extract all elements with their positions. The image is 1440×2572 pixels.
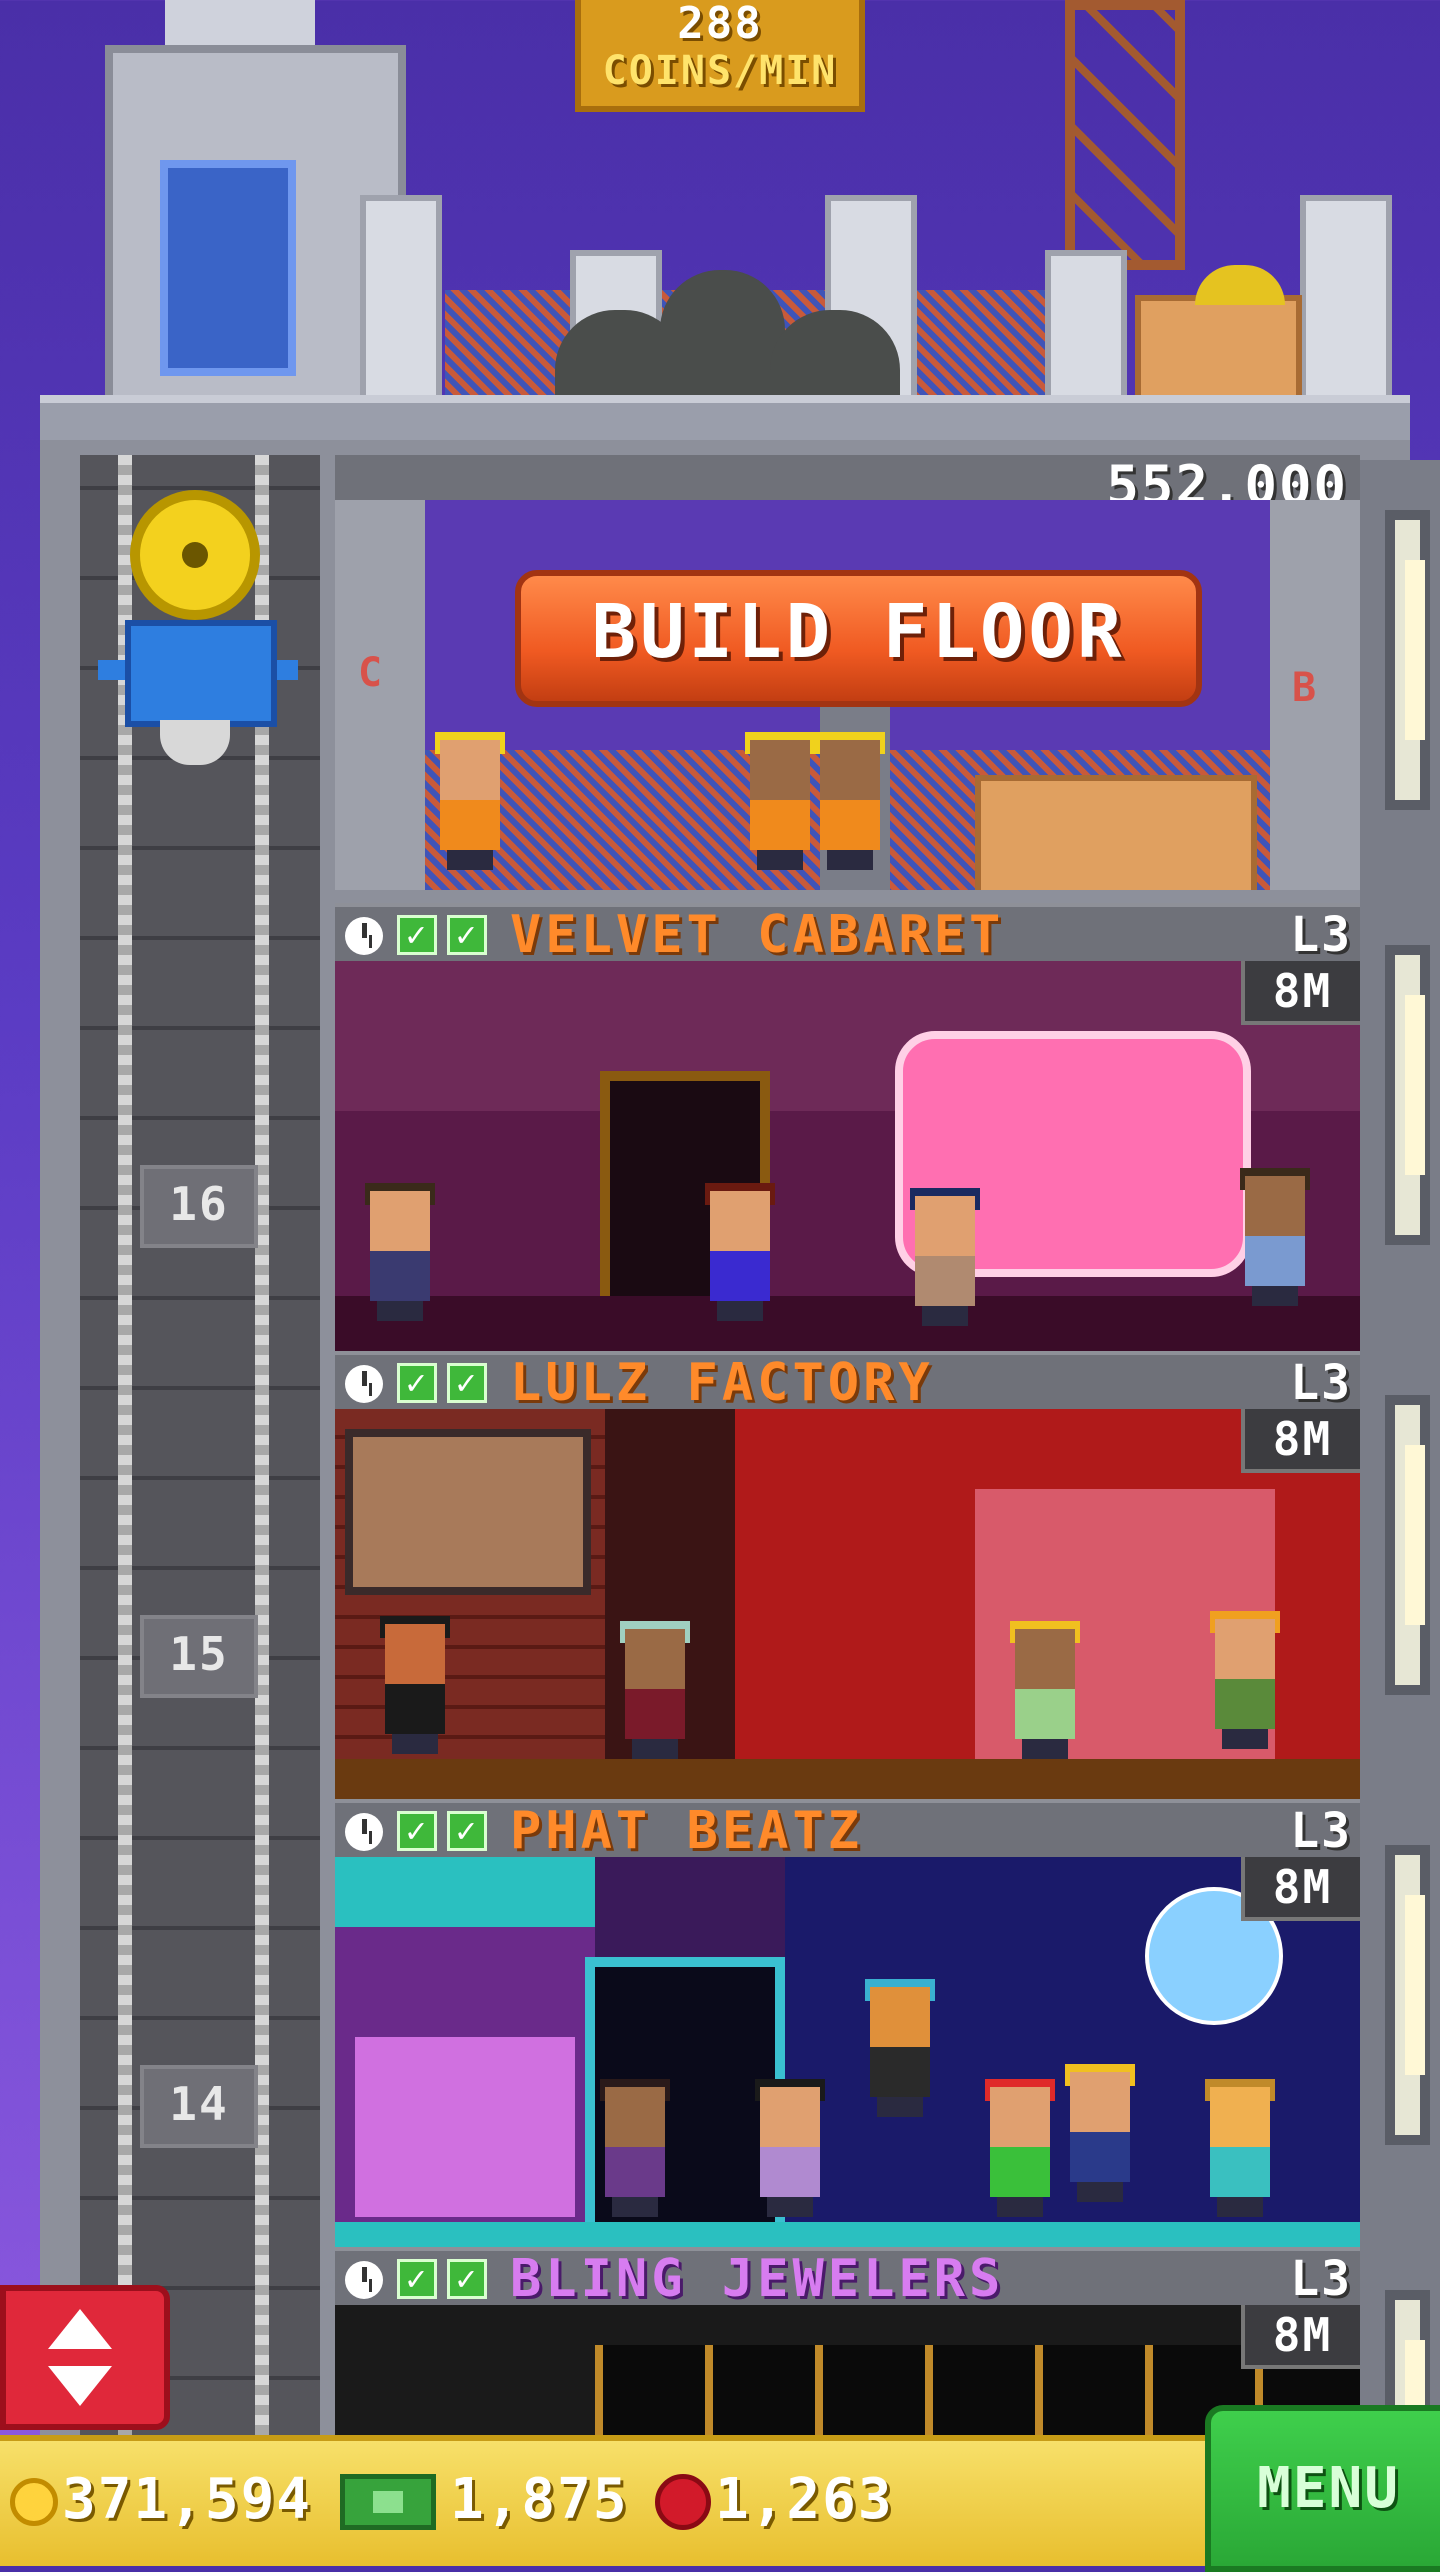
visitor xyxy=(910,1188,980,1326)
floor-level: L3 xyxy=(1290,1355,1352,1411)
construction-worker xyxy=(745,732,815,870)
floor-header-velvet-cabaret[interactable]: ✓ ✓ VELVET CABARET L3 xyxy=(335,903,1360,961)
crane-tower xyxy=(1065,0,1185,270)
floor-number-15: 15 xyxy=(140,1615,258,1698)
visitor xyxy=(365,1183,435,1321)
floor-header-phat-beatz[interactable]: ✓ ✓ PHAT BEATZ L3 xyxy=(335,1799,1360,1857)
roof-pillar xyxy=(360,195,442,407)
roof-crate xyxy=(1135,295,1302,407)
floor-room-phat-beatz[interactable]: 8M xyxy=(335,1857,1360,2247)
clock-icon xyxy=(345,1813,383,1851)
check-icon: ✓ xyxy=(397,915,437,955)
floor-header-lulz-factory[interactable]: ✓ ✓ LULZ FACTORY L3 xyxy=(335,1351,1360,1409)
coins-per-minute-label: COINS/MIN xyxy=(602,48,838,94)
coins-per-minute-value: 288 xyxy=(677,0,763,49)
bar-counter xyxy=(355,2037,575,2217)
visitor xyxy=(1065,2064,1135,2202)
awning xyxy=(335,1857,595,1927)
build-crate xyxy=(975,775,1257,890)
room-floor xyxy=(335,2222,1360,2247)
elevator-car[interactable] xyxy=(125,620,277,727)
gems-count: 1,263 xyxy=(715,2467,894,2532)
roof-pillar xyxy=(1045,250,1127,407)
window xyxy=(1385,510,1430,810)
construction-worker xyxy=(815,732,885,870)
check-icon: ✓ xyxy=(397,1811,437,1851)
elevator-cable xyxy=(118,455,132,2560)
arrow-up-icon xyxy=(48,2309,112,2349)
check-icon: ✓ xyxy=(447,2259,487,2299)
dj xyxy=(865,1979,935,2117)
hard-hat xyxy=(1195,265,1285,305)
floor-level: L3 xyxy=(1290,1803,1352,1859)
window xyxy=(1385,1395,1430,1695)
build-floor-button[interactable]: BUILD FLOOR xyxy=(515,570,1202,707)
bux-count: 1,875 xyxy=(450,2467,629,2532)
bux-icon xyxy=(340,2474,436,2530)
arrow-down-icon xyxy=(48,2366,112,2406)
visitor xyxy=(1205,2079,1275,2217)
visitor xyxy=(705,1183,775,1321)
clock-icon xyxy=(345,1365,383,1403)
visitor xyxy=(600,2079,670,2217)
visitor xyxy=(620,1621,690,1759)
window xyxy=(1385,945,1430,1245)
clock-icon xyxy=(345,2261,383,2299)
elevator-wheel-icon xyxy=(130,490,260,620)
roof-pillar xyxy=(1300,195,1392,407)
coins-per-minute-display: 288 COINS/MIN xyxy=(575,0,865,112)
visitor xyxy=(755,2079,825,2217)
visitor xyxy=(1210,1611,1280,1749)
floor-room-lulz-factory[interactable]: 8M xyxy=(335,1409,1360,1799)
build-letter-b: B xyxy=(1292,665,1317,711)
elevator-button[interactable] xyxy=(0,2285,170,2430)
coins-count: 371,594 xyxy=(62,2467,313,2532)
floor-badge: 8M xyxy=(1241,961,1360,1025)
room-floor xyxy=(335,1296,1360,1351)
check-icon: ✓ xyxy=(447,1811,487,1851)
roof-hut-top xyxy=(165,0,315,50)
menu-button[interactable]: MENU xyxy=(1205,2405,1440,2572)
roof-dome xyxy=(660,270,785,400)
floor-name: BLING JEWELERS xyxy=(510,2249,1005,2309)
floor-badge: 8M xyxy=(1241,2305,1360,2369)
floor-badge: 8M xyxy=(1241,1857,1360,1921)
floor-badge: 8M xyxy=(1241,1409,1360,1473)
visitor xyxy=(985,2079,1055,2217)
gem-icon xyxy=(655,2474,711,2530)
check-icon: ✓ xyxy=(397,2259,437,2299)
floor-level: L3 xyxy=(1290,907,1352,963)
roof-door xyxy=(160,160,296,376)
floor-level: L3 xyxy=(1290,2251,1352,2307)
floor-number-16: 16 xyxy=(140,1165,258,1248)
floor-room-velvet-cabaret[interactable]: 8M xyxy=(335,961,1360,1351)
check-icon: ✓ xyxy=(447,915,487,955)
floor-number-14: 14 xyxy=(140,2065,258,2148)
floor-name: VELVET CABARET xyxy=(510,905,1005,965)
visitor xyxy=(380,1616,450,1754)
construction-worker xyxy=(435,732,505,870)
coin-icon xyxy=(10,2478,58,2526)
check-icon: ✓ xyxy=(447,1363,487,1403)
elevator-cable xyxy=(255,455,269,2560)
clock-icon xyxy=(345,917,383,955)
visitor xyxy=(1240,1168,1310,1306)
build-letter-c: C xyxy=(358,650,383,696)
elevator-shaft xyxy=(80,455,320,2560)
room-floor xyxy=(335,1759,1360,1799)
floor-header-bling-jewelers[interactable]: ✓ ✓ BLING JEWELERS L3 xyxy=(335,2247,1360,2305)
window xyxy=(1385,1845,1430,2145)
visitor xyxy=(1010,1621,1080,1759)
floor-name: PHAT BEATZ xyxy=(510,1801,864,1861)
floor-name: LULZ FACTORY xyxy=(510,1353,934,1413)
check-icon: ✓ xyxy=(397,1363,437,1403)
portrait-frame xyxy=(345,1429,591,1595)
